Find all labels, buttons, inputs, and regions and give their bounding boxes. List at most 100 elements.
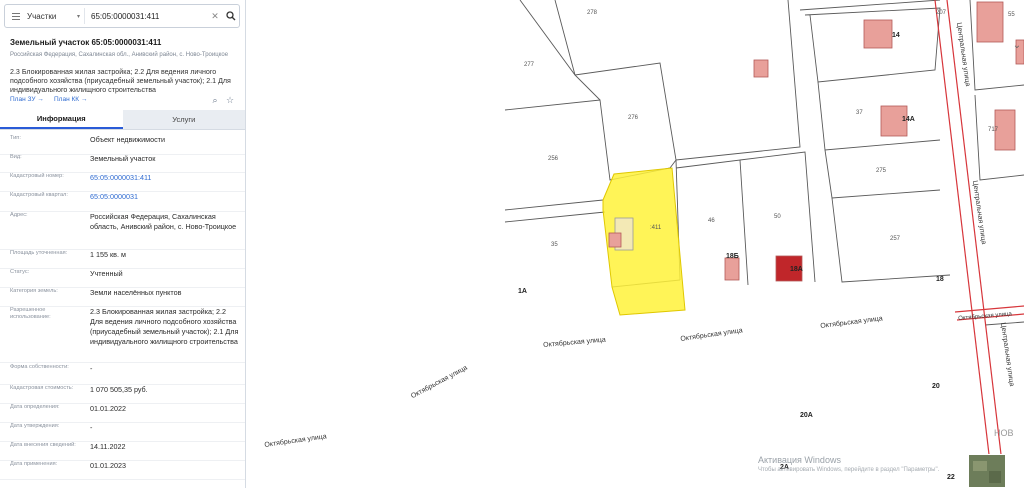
parcel-number: 276 — [628, 115, 639, 121]
info-row-date-entered: Дата внесения сведений: 14.11.2022 — [0, 442, 245, 461]
building-14 — [863, 19, 893, 49]
parcel-275-boundary — [824, 149, 941, 199]
info-row-cadastral-value: Кадастровая стоимость: 1 070 505,35 руб. — [0, 385, 245, 404]
info-key: Дата внесения сведений: — [10, 442, 76, 448]
info-row-date-approved: Дата утверждения: - — [0, 423, 245, 442]
info-key: Кадастровый номер: — [10, 173, 64, 179]
info-row-kind: Вид: Земельный участок — [0, 154, 245, 173]
info-key: Форма собственности: — [10, 364, 69, 370]
house-number: 18Б — [726, 253, 739, 260]
parcel-number: 256 — [548, 156, 559, 162]
tab-information[interactable]: Информация — [0, 110, 123, 129]
parcel-number: 50 — [774, 214, 781, 220]
info-value: Земли населённых пунктов — [90, 288, 182, 297]
building-16 — [753, 59, 769, 78]
map-canvas[interactable]: 278 277 276 256 35 :411 46 50 37 275 257… — [246, 0, 1024, 488]
info-row-area: Площадь уточненная: 1 155 кв. м — [0, 250, 245, 269]
basemap-thumbnail[interactable] — [968, 454, 1006, 488]
house-number: 1А — [518, 288, 527, 295]
layer-select-value: Участки — [27, 11, 57, 21]
info-row-address: Адрес: Российская Федерация, Сахалинская… — [0, 212, 245, 250]
red-line-2 — [946, 0, 1006, 488]
parcel-number: 37 — [856, 110, 863, 116]
info-value: Объект недвижимости — [90, 135, 165, 144]
star-icon[interactable]: ☆ — [224, 94, 236, 106]
cadastral-quarter-link[interactable]: 65:05:0000031 — [90, 192, 240, 202]
search-bar: Участки ▾ ✕ — [4, 4, 240, 28]
building-13 — [608, 232, 622, 248]
house-number: 18 — [936, 276, 944, 283]
house-number: 22 — [947, 474, 955, 481]
info-value: - — [90, 423, 93, 432]
plan-kk-link[interactable]: План КК → — [54, 96, 87, 103]
info-key: Кадастровый квартал: — [10, 192, 68, 198]
info-key: Площадь уточненная: — [10, 250, 68, 256]
parcel-number: 46 — [708, 218, 715, 224]
clear-icon[interactable]: ✕ — [207, 5, 223, 27]
info-value: 1 155 кв. м — [90, 250, 126, 259]
parcel-number: 277 — [524, 62, 535, 68]
chevron-down-icon: ▾ — [76, 13, 80, 20]
search-icon[interactable] — [223, 5, 239, 27]
info-value: 01.01.2022 — [90, 404, 126, 413]
plan-zu-link[interactable]: План ЗУ → — [10, 96, 44, 103]
info-key: Статус: — [10, 269, 30, 275]
info-row-land-category: Категория земель: Земли населённых пункт… — [0, 288, 245, 307]
info-key: Дата применения: — [10, 461, 58, 467]
windows-activation-subtitle: Чтобы активировать Windows, перейдите в … — [758, 467, 940, 473]
cadastral-number-link[interactable]: 65:05:0000031:411 — [90, 173, 240, 183]
parcel-number: :411 — [650, 225, 662, 231]
info-row-permitted-use: Разрешенное использование: 2.3 Блокирова… — [0, 307, 245, 363]
zoom-to-icon[interactable]: ⌕ — [209, 94, 221, 106]
cadastral-map — [504, 0, 1024, 488]
info-value: Земельный участок — [90, 154, 156, 163]
info-value: 2.3 Блокированная жилая застройка; 2.2 Д… — [90, 307, 239, 346]
map-label-nov: НОВ — [994, 428, 1014, 438]
search-input[interactable] — [85, 11, 207, 21]
windows-activation-title: Активация Windows — [758, 455, 841, 465]
info-value: 14.11.2022 — [90, 442, 126, 451]
info-key: Дата утверждения: — [10, 423, 60, 429]
info-value: Российская Федерация, Сахалинская област… — [90, 212, 237, 231]
house-number: 20 — [932, 383, 940, 390]
info-key: Кадастровая стоимость: — [10, 385, 74, 391]
info-key: Дата определения: — [10, 404, 60, 410]
house-number: 18А — [790, 266, 803, 273]
parcel-number: 717 — [988, 127, 999, 133]
menu-icon[interactable] — [5, 5, 27, 27]
info-key: Адрес: — [10, 212, 28, 218]
info-key: Вид: — [10, 154, 22, 160]
parcel-purpose: 2.3 Блокированная жилая застройка; 2.2 Д… — [10, 68, 231, 94]
info-value: Учтенный — [90, 269, 123, 278]
parcel-address-small: Российская Федерация, Сахалинская обл., … — [10, 52, 229, 58]
house-number: 20А — [800, 412, 813, 419]
building-18b — [724, 257, 740, 281]
info-key: Категория земель: — [10, 288, 58, 294]
info-row-status: Статус: Учтенный — [0, 269, 245, 288]
parcel-276-boundary — [519, 0, 801, 161]
info-panel: Участки ▾ ✕ Земельный участок 65:05:0000… — [0, 0, 246, 488]
info-value: - — [90, 364, 93, 373]
parcel-title: Земельный участок 65:05:0000031:411 — [10, 38, 162, 47]
expand-map-button[interactable]: ⌄ — [1010, 30, 1024, 60]
parcel-number: 275 — [876, 168, 887, 174]
info-row-ownership: Форма собственности: - — [0, 364, 245, 385]
layer-select[interactable]: Участки ▾ — [27, 8, 85, 24]
tab-services[interactable]: Услуги — [122, 110, 245, 129]
info-row-date-determined: Дата определения: 01.01.2022 — [0, 404, 245, 423]
parcel-number: 257 — [890, 236, 901, 242]
info-key: Разрешенное использование: — [10, 307, 51, 320]
building-22 — [976, 1, 1004, 43]
parcel-number: 35 — [551, 242, 558, 248]
info-value: 1 070 505,35 руб. — [90, 385, 148, 394]
info-value: 01.01.2023 — [90, 461, 126, 470]
parcel-number: 55 — [1008, 12, 1015, 18]
info-row-date-applied: Дата применения: 01.01.2023 — [0, 461, 245, 480]
house-number: 14А — [902, 116, 915, 123]
parcel-number: 278 — [587, 10, 598, 16]
info-key: Тип: — [10, 135, 21, 141]
info-row-type: Тип: Объект недвижимости — [0, 135, 245, 155]
parcel-256-boundary — [504, 99, 677, 181]
parcel-number: 207 — [936, 10, 947, 16]
tabs: Информация Услуги — [0, 110, 245, 130]
